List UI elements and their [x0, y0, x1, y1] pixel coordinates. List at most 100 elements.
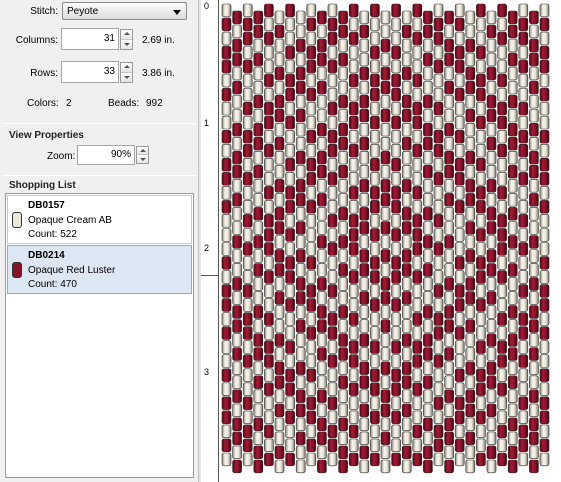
bead-cream[interactable]: [264, 284, 274, 298]
bead-cream[interactable]: [497, 130, 507, 144]
bead-cream[interactable]: [295, 347, 306, 361]
bead-red[interactable]: [274, 263, 285, 277]
bead-red[interactable]: [295, 221, 306, 235]
bead-red[interactable]: [391, 382, 401, 396]
bead-cream[interactable]: [529, 263, 539, 277]
bead-red[interactable]: [486, 137, 497, 151]
bead-red[interactable]: [370, 340, 380, 354]
bead-cream[interactable]: [348, 59, 359, 74]
bead-cream[interactable]: [423, 403, 433, 417]
bead-red[interactable]: [412, 101, 423, 116]
bead-red[interactable]: [497, 354, 507, 368]
bead-cream[interactable]: [242, 410, 253, 424]
bead-cream[interactable]: [380, 445, 391, 459]
bead-cream[interactable]: [518, 3, 529, 18]
bead-cream[interactable]: [380, 123, 391, 137]
bead-red[interactable]: [465, 179, 476, 193]
bead-red[interactable]: [306, 45, 317, 60]
bead-red[interactable]: [242, 31, 253, 46]
bead-cream[interactable]: [465, 207, 476, 221]
bead-red[interactable]: [507, 459, 518, 474]
bead-red[interactable]: [221, 368, 232, 382]
bead-red[interactable]: [264, 186, 274, 200]
rows-stepper[interactable]: [120, 62, 133, 83]
bead-cream[interactable]: [232, 445, 242, 459]
bead-cream[interactable]: [370, 354, 380, 368]
stitch-select[interactable]: Peyote: [62, 2, 187, 20]
bead-cream[interactable]: [242, 158, 253, 172]
bead-red[interactable]: [306, 172, 317, 186]
bead-cream[interactable]: [476, 242, 486, 256]
bead-red[interactable]: [486, 24, 497, 39]
bead-cream[interactable]: [486, 389, 497, 403]
bead-red[interactable]: [317, 417, 327, 431]
bead-cream[interactable]: [242, 115, 253, 130]
bead-red[interactable]: [285, 73, 295, 88]
bead-cream[interactable]: [507, 249, 518, 263]
bead-red[interactable]: [412, 3, 423, 18]
bead-cream[interactable]: [317, 445, 327, 459]
bead-cream[interactable]: [391, 172, 401, 186]
bead-cream[interactable]: [497, 87, 507, 102]
bead-red[interactable]: [274, 108, 285, 123]
bead-cream[interactable]: [444, 207, 454, 221]
bead-cream[interactable]: [242, 228, 253, 242]
bead-cream[interactable]: [401, 319, 412, 333]
bead-red[interactable]: [476, 340, 486, 354]
bead-red[interactable]: [327, 31, 338, 46]
bead-red[interactable]: [338, 347, 348, 361]
bead-red[interactable]: [476, 410, 486, 424]
bead-red[interactable]: [338, 305, 348, 319]
bead-red[interactable]: [465, 249, 476, 263]
bead-red[interactable]: [295, 80, 306, 95]
bead-cream[interactable]: [221, 354, 232, 368]
bead-red[interactable]: [454, 438, 465, 452]
bead-red[interactable]: [232, 305, 242, 319]
bead-cream[interactable]: [359, 305, 370, 319]
bead-cream[interactable]: [380, 207, 391, 221]
bead-cream[interactable]: [370, 284, 380, 298]
bead-red[interactable]: [359, 137, 370, 151]
bead-red[interactable]: [454, 396, 465, 410]
bead-red[interactable]: [274, 445, 285, 459]
bead-cream[interactable]: [529, 375, 539, 389]
bead-red[interactable]: [518, 438, 529, 452]
bead-red[interactable]: [444, 389, 454, 403]
bead-cream[interactable]: [539, 214, 550, 228]
bead-cream[interactable]: [232, 66, 242, 81]
bead-cream[interactable]: [285, 396, 295, 410]
bead-red[interactable]: [412, 144, 423, 158]
bead-cream[interactable]: [274, 52, 285, 67]
bead-cream[interactable]: [476, 424, 486, 438]
bead-cream[interactable]: [380, 459, 391, 474]
bead-cream[interactable]: [221, 144, 232, 158]
bead-red[interactable]: [497, 242, 507, 256]
bead-red[interactable]: [444, 347, 454, 361]
bead-cream[interactable]: [539, 73, 550, 88]
bead-red[interactable]: [274, 179, 285, 193]
bead-red[interactable]: [338, 263, 348, 277]
bead-red[interactable]: [412, 452, 423, 467]
bead-cream[interactable]: [476, 172, 486, 186]
bead-red[interactable]: [221, 256, 232, 270]
bead-red[interactable]: [401, 375, 412, 389]
bead-red[interactable]: [285, 158, 295, 172]
bead-cream[interactable]: [285, 284, 295, 298]
bead-red[interactable]: [529, 80, 539, 95]
bead-cream[interactable]: [274, 123, 285, 137]
bead-cream[interactable]: [306, 312, 317, 326]
bead-red[interactable]: [317, 305, 327, 319]
bead-cream[interactable]: [454, 452, 465, 467]
bead-cream[interactable]: [391, 396, 401, 410]
bead-cream[interactable]: [497, 410, 507, 424]
bead-cream[interactable]: [274, 235, 285, 249]
bead-red[interactable]: [274, 137, 285, 151]
bead-cream[interactable]: [338, 151, 348, 165]
bead-red[interactable]: [359, 221, 370, 235]
bead-red[interactable]: [327, 396, 338, 410]
bead-red[interactable]: [232, 52, 242, 67]
bead-cream[interactable]: [412, 298, 423, 312]
bead-cream[interactable]: [391, 59, 401, 74]
bead-red[interactable]: [423, 375, 433, 389]
bead-red[interactable]: [348, 115, 359, 130]
